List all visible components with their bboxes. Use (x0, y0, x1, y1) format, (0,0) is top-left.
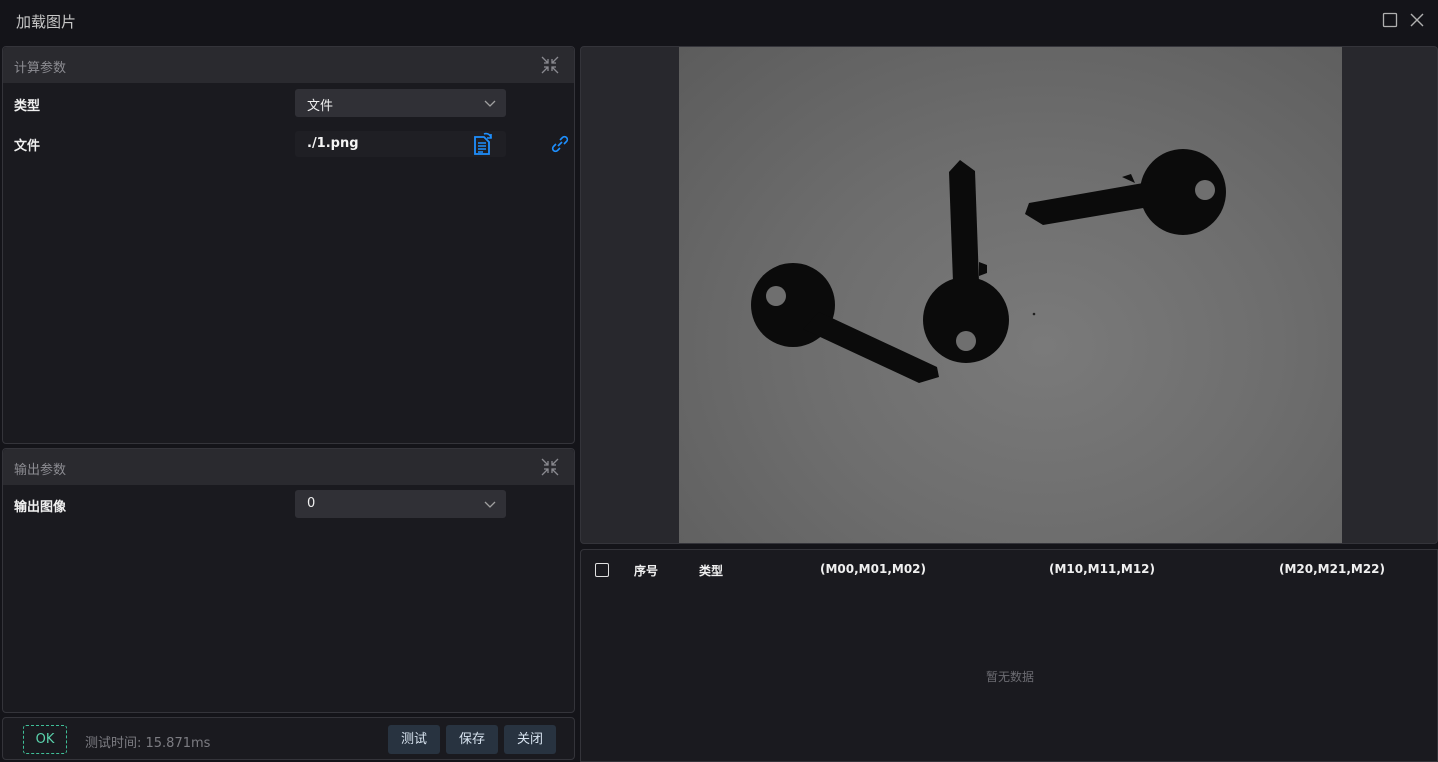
footer-bar: OK 测试时间: 15.871ms 测试 保存 关闭 (2, 717, 575, 760)
output-image-value: 0 (307, 496, 316, 511)
key-shape (923, 160, 1009, 363)
output-params-header: 输出参数 (3, 449, 574, 485)
close-icon[interactable] (1408, 11, 1426, 29)
type-label: 类型 (14, 99, 41, 114)
key-shape (751, 263, 939, 383)
type-select[interactable]: 文件 (295, 89, 506, 117)
file-label: 文件 (14, 139, 41, 154)
keys-image (751, 149, 1226, 383)
title-bar: 加载图片 (0, 0, 1438, 42)
column-header-index: 序号 (634, 564, 659, 578)
save-button[interactable]: 保存 (446, 725, 498, 754)
file-path-value: ./1.png (307, 136, 359, 151)
link-icon[interactable] (550, 134, 570, 154)
test-time-text: 测试时间: 15.871ms (85, 736, 211, 751)
column-header-m1: (M10,M11,M12) (1049, 562, 1156, 576)
column-header-m0: (M00,M01,M02) (820, 562, 927, 576)
column-header-m2: (M20,M21,M22) (1279, 562, 1386, 576)
image-canvas[interactable] (679, 47, 1342, 543)
collapse-icon[interactable] (540, 457, 560, 477)
select-all-checkbox[interactable] (595, 563, 609, 577)
output-image-label: 输出图像 (14, 500, 67, 515)
calc-params-title: 计算参数 (14, 61, 67, 76)
results-table: 序号 类型 (M00,M01,M02) (M10,M11,M12) (M20,M… (580, 549, 1438, 762)
window-title: 加载图片 (16, 13, 77, 31)
key-shape (1025, 149, 1226, 235)
chevron-down-icon (484, 501, 496, 508)
empty-state-text: 暂无数据 (985, 670, 1034, 684)
close-button[interactable]: 关闭 (504, 725, 556, 754)
chevron-down-icon (484, 100, 496, 107)
collapse-icon[interactable] (540, 55, 560, 75)
file-select-icon[interactable] (470, 132, 494, 156)
ok-status-button[interactable]: OK (23, 725, 67, 754)
type-select-value: 文件 (307, 99, 334, 114)
output-params-panel: 输出参数 输出图像 0 (2, 448, 575, 713)
image-preview-panel[interactable] (580, 46, 1438, 544)
test-button[interactable]: 测试 (388, 725, 440, 754)
calc-params-panel: 计算参数 类型 文件 文件 ./1.png (2, 46, 575, 444)
maximize-icon[interactable] (1381, 11, 1399, 29)
output-image-select[interactable]: 0 (295, 490, 506, 518)
column-header-type: 类型 (699, 564, 724, 578)
calc-params-header: 计算参数 (3, 47, 574, 83)
output-params-title: 输出参数 (14, 463, 67, 478)
